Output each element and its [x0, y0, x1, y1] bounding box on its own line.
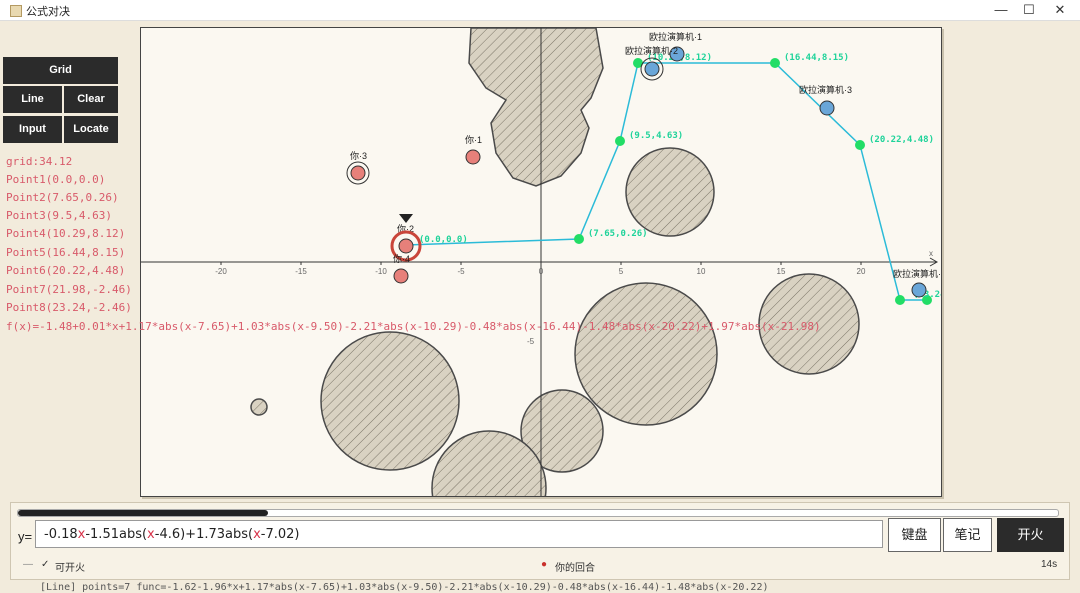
formula-segment: -0.18	[44, 527, 78, 542]
collapse-icon[interactable]: —	[23, 559, 33, 570]
enemy-name-1: 欧拉演算机·1	[649, 31, 702, 42]
maximize-button[interactable]: ☐	[1012, 1, 1046, 19]
player-unit-3	[350, 165, 366, 181]
turn-indicator-icon: ●	[541, 559, 548, 570]
control-panel: y= -0.18x-1.51abs(x-4.6)+1.73abs(x-7.02)…	[10, 502, 1070, 580]
enemy-name-3: 欧拉演算机·3	[799, 84, 852, 95]
coord-label-6: (20.22,4.48)	[869, 135, 934, 145]
x-tick-label: -20	[215, 267, 227, 276]
function-text: f(x)=-1.48+0.01*x+1.17*abs(x-7.65)+1.03*…	[6, 320, 821, 333]
board-canvas: -20 -15 -10 -5 0 5 10 15 20 x -5 (0.0,0.0) (7.65…	[141, 28, 941, 496]
y-equals-label: y=	[18, 529, 33, 544]
coord-label-3: (9.5,4.63)	[629, 131, 683, 141]
coord-label-2: (7.65,0.26)	[588, 229, 648, 239]
point-text-1: Point1(0.0,0.0)	[6, 173, 106, 186]
point-text-6: Point6(20.22,4.48)	[6, 264, 126, 277]
notes-button[interactable]: 笔记	[943, 518, 992, 552]
console-output: [Line] points=7 func=-1.62-1.96*x+1.17*a…	[40, 582, 769, 593]
obstacle-top	[468, 28, 604, 187]
formula-input[interactable]: -0.18x-1.51abs(x-4.6)+1.73abs(x-7.02)	[35, 520, 883, 548]
can-fire-status: 可开火	[55, 563, 85, 574]
input-button[interactable]: Input	[3, 116, 62, 143]
point-text-4: Point4(10.29,8.12)	[6, 227, 126, 240]
enemy-robot-3	[819, 100, 835, 116]
path-point-2	[574, 234, 584, 244]
enemy-name-2: 欧拉演算机·2	[625, 45, 678, 56]
title-bar: 公式对决 — ☐ ✕	[0, 0, 1080, 21]
formula-segment: -1.51abs(	[85, 527, 148, 542]
grid-size-text: grid:34.12	[6, 155, 73, 168]
point-text-8: Point8(23.24,-2.46)	[6, 301, 132, 314]
x-tick-label: -10	[375, 267, 387, 276]
enemy-robot-2	[644, 61, 660, 77]
clear-button[interactable]: Clear	[64, 86, 118, 113]
turn-progress-fill	[18, 510, 268, 516]
line-button[interactable]: Line	[3, 86, 62, 113]
obstacle-circle-4	[320, 331, 460, 471]
path-point-7	[895, 295, 905, 305]
game-board[interactable]: -20 -15 -10 -5 0 5 10 15 20 x -5 (0.0,0.0) (7.65…	[140, 27, 942, 497]
x-tick-label: -15	[295, 267, 307, 276]
obstacle-circle-7	[250, 398, 268, 416]
x-tick-label: 20	[857, 267, 866, 276]
turn-progress-bar	[17, 509, 1059, 517]
x-tick-label: -5	[457, 267, 465, 276]
player-unit-4	[393, 268, 409, 284]
app-icon	[10, 5, 22, 17]
player-name-4: 你·4	[393, 253, 410, 264]
locate-button[interactable]: Locate	[64, 116, 118, 143]
x-tick-label: 0	[539, 267, 544, 276]
coord-label-1: (0.0,0.0)	[419, 235, 468, 245]
y-tick-label: -5	[527, 337, 535, 346]
active-player-marker	[399, 214, 413, 223]
formula-segment: -4.6)+1.73abs(	[154, 527, 254, 542]
x-tick-label: 15	[777, 267, 786, 276]
x-axis-label: x	[929, 249, 933, 258]
x-axis-ticks: -20 -15 -10 -5 0 5 10 15 20	[215, 262, 866, 276]
player-name-3: 你·3	[350, 150, 367, 161]
path-point-5	[770, 58, 780, 68]
enemy-name-4: 欧拉演算机·4	[893, 268, 941, 279]
point-text-2: Point2(7.65,0.26)	[6, 191, 119, 204]
grid-button[interactable]: Grid	[3, 57, 118, 84]
formula-segment: -7.02)	[260, 527, 300, 542]
obstacle-circle-2	[574, 282, 718, 426]
coord-label-5: (16.44,8.15)	[784, 53, 849, 63]
player-unit-2	[398, 238, 414, 254]
path-point-3	[615, 136, 625, 146]
formula-variable: x	[253, 527, 261, 542]
turn-status: 你的回合	[555, 563, 595, 574]
point-text-7: Point7(21.98,-2.46)	[6, 283, 132, 296]
player-name-1: 你·1	[465, 134, 482, 145]
fire-button[interactable]: 开火	[997, 518, 1064, 552]
window-title: 公式对决	[26, 6, 70, 18]
can-fire-check-icon: ✓	[41, 559, 50, 570]
formula-variable: x	[147, 527, 155, 542]
player-unit-1	[465, 149, 481, 165]
player-units: 你·1 你·3 你·2 你·4	[346, 134, 482, 284]
path-point-6	[855, 140, 865, 150]
point-text-5: Point5(16.44,8.15)	[6, 246, 126, 259]
x-tick-label: 10	[697, 267, 706, 276]
keyboard-button[interactable]: 键盘	[888, 518, 941, 552]
point-text-3: Point3(9.5,4.63)	[6, 209, 112, 222]
obstacle-circle-1	[625, 147, 715, 237]
turn-timer: 14s	[1041, 559, 1058, 570]
enemy-robot-4	[911, 282, 927, 298]
x-tick-label: 5	[619, 267, 624, 276]
close-button[interactable]: ✕	[1043, 1, 1077, 19]
